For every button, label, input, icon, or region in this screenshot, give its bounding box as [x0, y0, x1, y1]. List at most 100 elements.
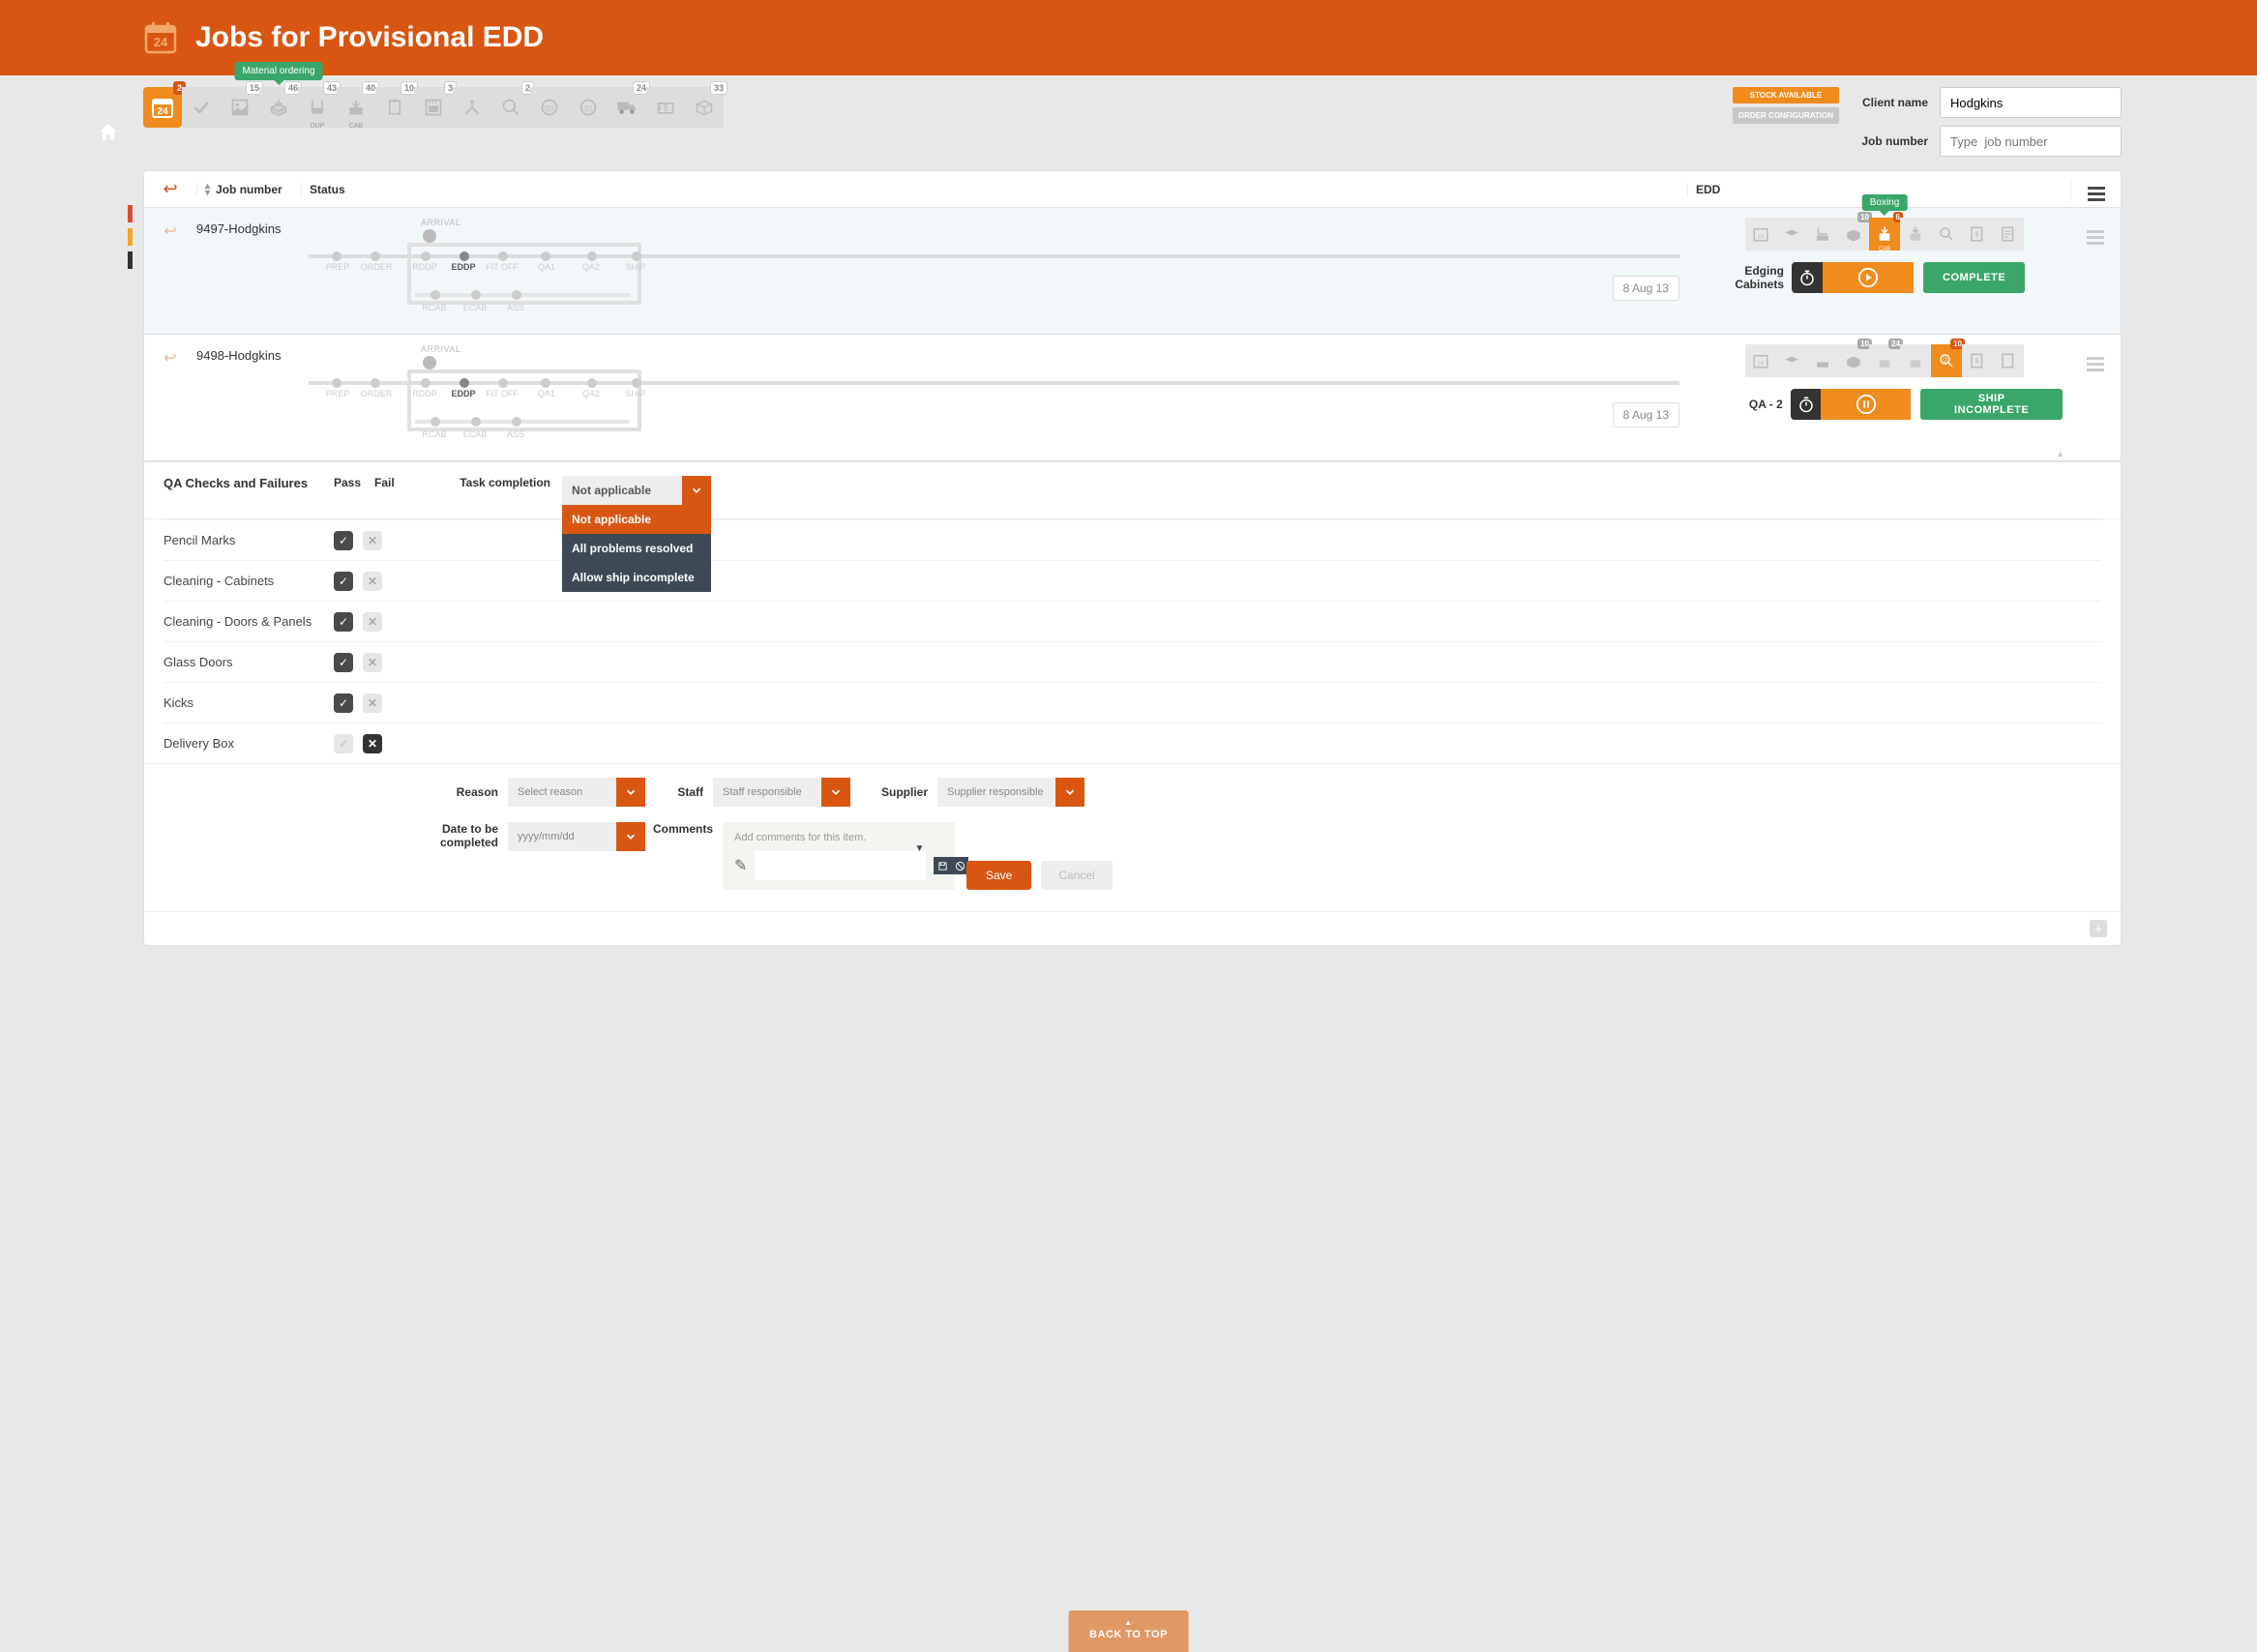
save-button[interactable]: Save	[966, 861, 1031, 890]
chevron-down-icon[interactable]	[616, 822, 645, 851]
dropdown-option[interactable]: Allow ship incomplete	[562, 563, 711, 592]
table-menu-icon[interactable]	[2088, 187, 2105, 201]
qa-pass-checkbox[interactable]: ✓	[334, 572, 353, 591]
edd-stage[interactable]: 24	[1745, 344, 1776, 377]
column-status: Status	[301, 183, 1687, 196]
play-button[interactable]	[1823, 262, 1914, 293]
qa-fail-checkbox[interactable]: ✕	[363, 693, 382, 713]
edd-stage[interactable]: $	[1962, 218, 1993, 251]
svg-text:Q1: Q1	[583, 103, 593, 112]
stage-icon-tools[interactable]	[453, 87, 491, 128]
chevron-down-icon[interactable]	[616, 778, 645, 807]
edd-stage-active[interactable]: Q10	[1931, 344, 1962, 377]
order-configuration-button[interactable]: ORDER CONFIGURATION	[1733, 107, 1839, 124]
stock-available-button[interactable]: STOCK AVAILABLE	[1733, 87, 1839, 103]
qa-pass-checkbox[interactable]: ✓	[334, 734, 353, 753]
stage-icon-box[interactable]: 33	[685, 87, 724, 128]
edd-stage[interactable]	[1931, 218, 1962, 251]
add-button[interactable]: +	[2090, 920, 2107, 937]
chevron-down-icon[interactable]	[821, 778, 850, 807]
stage-icon-cut[interactable]: DUP43	[298, 87, 337, 128]
edd-mini-stages: 24 10 Boxing CAB 6 $	[1745, 218, 2063, 251]
comments-input[interactable]	[755, 851, 926, 880]
task-completion-dropdown[interactable]: Not applicable Not applicable All proble…	[562, 476, 711, 505]
edd-stage[interactable]	[1900, 344, 1931, 377]
caret-down-icon[interactable]: ▼	[915, 843, 925, 854]
flow-date: 8 Aug 13	[1613, 276, 1679, 301]
column-job-number[interactable]: Job number	[216, 183, 282, 196]
job-number-input[interactable]	[1940, 126, 2122, 157]
reason-dropdown[interactable]: Select reason	[508, 778, 645, 807]
qa-item: Cleaning - Cabinets✓✕	[163, 560, 2101, 601]
sort-icon[interactable]: ▴▾	[205, 183, 210, 196]
qa-pass-checkbox[interactable]: ✓	[334, 693, 353, 713]
stage-icon-search[interactable]: 2	[491, 87, 530, 128]
stage-icon-qa2[interactable]: Q2	[530, 87, 569, 128]
add-row: +	[144, 912, 2121, 945]
edd-stage[interactable]: 24	[1869, 344, 1900, 377]
supplier-dropdown[interactable]: Supplier responsible	[937, 778, 1084, 807]
edd-stage[interactable]: 10	[1838, 218, 1869, 251]
client-name-input[interactable]	[1940, 87, 2122, 118]
stage-icon-return[interactable]: $	[646, 87, 685, 128]
complete-button[interactable]: COMPLETE	[1923, 262, 2025, 293]
collapse-icon[interactable]: ▲	[2056, 449, 2064, 458]
stage-icon-truck[interactable]: 24	[608, 87, 646, 128]
edd-stage[interactable]	[1807, 344, 1838, 377]
qa-pass-checkbox[interactable]: ✓	[334, 612, 353, 632]
cancel-button[interactable]: Cancel	[1041, 861, 1112, 890]
timer-button[interactable]	[1791, 389, 1822, 420]
stage-icon-image[interactable]: 15	[221, 87, 259, 128]
calendar-icon: 24	[143, 20, 178, 55]
edd-stage[interactable]	[1807, 218, 1838, 251]
row-menu-icon[interactable]	[2087, 230, 2104, 245]
edd-stage[interactable]	[1776, 344, 1807, 377]
stage-icon-oven[interactable]: 3	[414, 87, 453, 128]
qa-pass-checkbox[interactable]: ✓	[334, 531, 353, 550]
stage-icon-qa1[interactable]: Q1	[569, 87, 608, 128]
stage-icon-material-ordering[interactable]: Material ordering 46	[259, 87, 298, 128]
stage-filter-icons: 24 2 15 Material ordering 46 DUP43 CAB40…	[143, 87, 1715, 128]
edd-stage[interactable]	[1776, 218, 1807, 251]
comments-placeholder: Add comments for this item.	[734, 832, 943, 843]
edd-stage[interactable]: $	[1962, 344, 1993, 377]
qa-pass-checkbox[interactable]: ✓	[334, 653, 353, 672]
chevron-down-icon[interactable]	[682, 476, 711, 505]
stage-icon-clipboard[interactable]: 10	[375, 87, 414, 128]
stage-icon-check[interactable]	[182, 87, 221, 128]
qa-item-label: Glass Doors	[163, 655, 334, 669]
edd-stage[interactable]	[1900, 218, 1931, 251]
save-icon[interactable]	[934, 857, 951, 874]
tooltip-material-ordering: Material ordering	[234, 62, 322, 80]
edd-stage[interactable]: 24	[1745, 218, 1776, 251]
date-dropdown[interactable]: yyyy/mm/dd	[508, 822, 645, 851]
stage-icon-calendar[interactable]: 24 2	[143, 87, 182, 128]
qa-fail-checkbox[interactable]: ✕	[363, 734, 382, 753]
back-arrow-icon[interactable]: ↩	[163, 179, 177, 198]
page-title: Jobs for Provisional EDD	[195, 21, 544, 54]
staff-dropdown[interactable]: Staff responsible	[713, 778, 850, 807]
qa-fail-checkbox[interactable]: ✕	[363, 531, 382, 550]
ship-incomplete-button[interactable]: SHIP INCOMPLETE	[1920, 389, 2063, 420]
chevron-down-icon[interactable]	[1055, 778, 1084, 807]
dropdown-option[interactable]: All problems resolved	[562, 534, 711, 563]
edd-stage[interactable]: 10	[1838, 344, 1869, 377]
qa-item: Delivery Box✓✕	[163, 723, 2101, 763]
pause-button[interactable]	[1821, 389, 1911, 420]
stage-icon-cab[interactable]: CAB40	[337, 87, 375, 128]
row-arrow-icon[interactable]: ↩	[144, 208, 196, 334]
qa-fail-checkbox[interactable]: ✕	[363, 612, 382, 632]
home-icon[interactable]	[97, 121, 120, 144]
timer-button[interactable]	[1792, 262, 1823, 293]
edd-stage-active[interactable]: Boxing CAB 6	[1869, 218, 1900, 251]
row-menu-icon[interactable]	[2087, 357, 2104, 371]
qa-header: QA Checks and Failures Pass Fail Task co…	[163, 476, 2101, 505]
qa-fail-checkbox[interactable]: ✕	[363, 653, 382, 672]
row-arrow-icon[interactable]: ↩	[144, 335, 196, 460]
edd-stage[interactable]	[1993, 218, 2024, 251]
qa-title: QA Checks and Failures	[163, 476, 334, 490]
dropdown-option[interactable]: Not applicable	[562, 505, 711, 534]
qa-fail-checkbox[interactable]: ✕	[363, 572, 382, 591]
edd-stage[interactable]	[1993, 344, 2024, 377]
back-to-top-button[interactable]: ▲ BACK TO TOP	[1068, 1610, 1189, 1652]
